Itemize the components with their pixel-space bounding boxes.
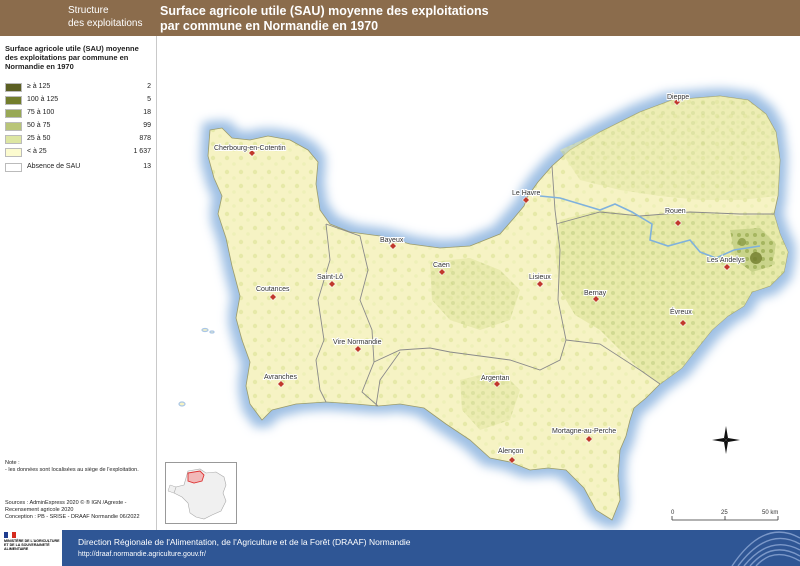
category-tag: Structure des exploitations	[0, 0, 155, 36]
city-label: Cherbourg-en-Cotentin	[214, 145, 286, 152]
category-line-1: Structure	[68, 5, 109, 16]
region-shape	[207, 95, 789, 521]
north-arrow-icon	[712, 426, 740, 454]
city-label: Les Andelys	[707, 257, 745, 264]
scale-label-0: 0	[671, 510, 675, 516]
legend-label: ≥ à 125	[27, 83, 51, 90]
category-label: Structure des exploitations	[68, 4, 143, 30]
legend-count: 5	[147, 96, 151, 103]
legend-row: Absence de SAU 13	[5, 161, 153, 173]
legend-label: Absence de SAU	[27, 163, 81, 170]
legend-label: 50 à 75	[27, 122, 51, 129]
legend-label: < à 25	[27, 148, 47, 155]
legend-swatch	[5, 135, 22, 144]
footer-band: Direction Régionale de l'Alimentation, d…	[0, 530, 800, 566]
city-label: Évreux	[670, 307, 692, 316]
city-label: Argentan	[481, 375, 510, 382]
ministry-name: MINISTÈRE DE L'AGRICULTURE ET DE LA SOUV…	[4, 539, 60, 552]
legend-label: 100 à 125	[27, 96, 59, 103]
legend-row: 75 à 100 18	[5, 107, 153, 119]
sources-line-3: Conception : PB - SRISE - DRAAF Normandi…	[5, 514, 140, 520]
city-label: Caen	[433, 262, 450, 269]
legend-title: Surface agricole utile (SAU) moyenne des…	[5, 44, 153, 71]
sources-line-2: Recensement agricole 2020	[5, 507, 74, 513]
scale-label-50km: 50 km	[762, 510, 778, 516]
map-canvas: Dieppe Cherbourg-en-Cotentin Le Havre Rouen…	[178, 93, 789, 521]
header-bar: Structure des exploitations Surface agri…	[0, 0, 800, 36]
legend-count: 2	[147, 83, 151, 90]
islands	[178, 327, 215, 407]
footer-url[interactable]: http://draaf.normandie.agriculture.gouv.…	[78, 550, 206, 559]
fingerprint-motif-icon	[731, 531, 800, 566]
legend-count: 18	[143, 109, 151, 116]
category-line-2: des exploitations	[68, 18, 143, 29]
legend-panel: Surface agricole utile (SAU) moyenne des…	[0, 36, 157, 530]
legend-title-line-3: Normandie en 1970	[5, 62, 74, 71]
sources-credit: Sources : AdminExpress 2020 © ® IGN /Agr…	[5, 500, 155, 521]
city-label: Alençon	[498, 448, 523, 455]
map-title: Surface agricole utile (SAU) moyenne des…	[160, 4, 489, 34]
city-label: Le Havre	[512, 190, 541, 197]
scale-bar: 0 25 50 km	[671, 510, 779, 521]
city-label: Vire Normandie	[333, 339, 382, 346]
legend-row: 25 à 50 878	[5, 133, 153, 145]
legend-row: 50 à 75 99	[5, 120, 153, 132]
city-label: Saint-Lô	[317, 274, 343, 281]
map-title-line-1: Surface agricole utile (SAU) moyenne des…	[160, 4, 489, 18]
legend-swatch	[5, 96, 22, 105]
city-label: Mortagne-au-Perche	[552, 428, 616, 435]
city-label: Avranches	[264, 374, 297, 381]
city-label: Lisieux	[529, 274, 551, 281]
french-flag-icon	[4, 532, 16, 538]
city-label: Dieppe	[667, 94, 689, 101]
city-label: Coutances	[256, 286, 290, 293]
city-label: Rouen	[665, 208, 686, 215]
note: Note : - les données sont localisées au …	[5, 460, 153, 474]
ministry-logo: MINISTÈRE DE L'AGRICULTURE ET DE LA SOUV…	[0, 530, 62, 566]
legend-row: 100 à 125 5	[5, 94, 153, 106]
scale-label-25: 25	[721, 510, 728, 516]
map-title-line-2: par commune en Normandie en 1970	[160, 19, 379, 33]
legend-count: 99	[143, 122, 151, 129]
legend-count: 13	[143, 163, 151, 170]
legend-row: < à 25 1 637	[5, 146, 153, 158]
legend-count: 1 637	[133, 148, 151, 155]
legend-swatch	[5, 83, 22, 92]
legend-label: 75 à 100	[27, 109, 55, 116]
city-label: Bayeux	[380, 237, 404, 244]
legend-swatch	[5, 163, 22, 172]
legend-title-line-1: Surface agricole utile (SAU) moyenne	[5, 44, 139, 53]
legend-label: 25 à 50	[27, 135, 51, 142]
legend-row: ≥ à 125 2	[5, 81, 153, 93]
legend-swatch	[5, 122, 22, 131]
note-heading: Note :	[5, 460, 20, 466]
legend-swatch	[5, 148, 22, 157]
choropleth-map: Dieppe Cherbourg-en-Cotentin Le Havre Rouen…	[157, 36, 800, 530]
note-text: - les données sont localisées au siège d…	[5, 467, 139, 473]
footer-organization: Direction Régionale de l'Alimentation, d…	[78, 537, 411, 547]
legend-swatch	[5, 109, 22, 118]
city-label: Bernay	[584, 290, 607, 297]
legend-count: 878	[139, 135, 151, 142]
sources-line-1: Sources : AdminExpress 2020 © ® IGN /Agr…	[5, 500, 127, 506]
legend-title-line-2: des exploitations par commune en	[5, 53, 129, 62]
